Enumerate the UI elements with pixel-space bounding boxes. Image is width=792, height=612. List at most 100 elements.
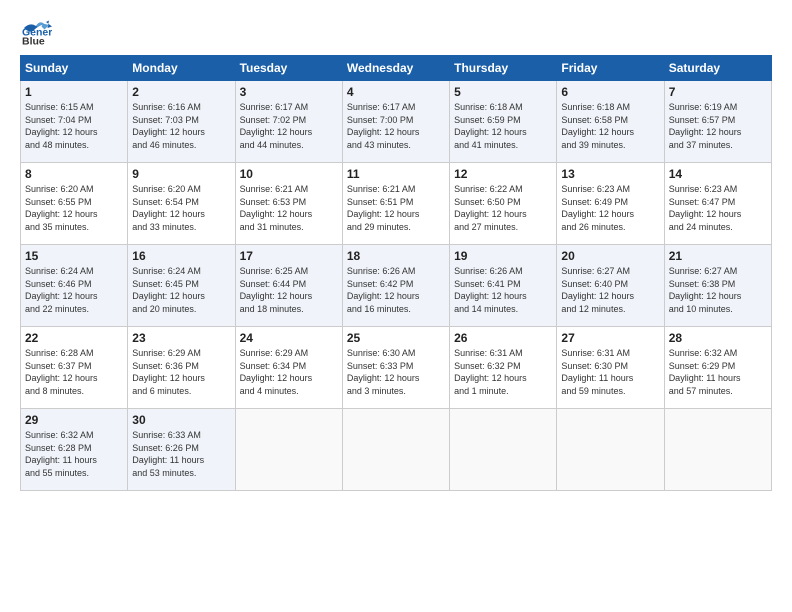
calendar-cell: 13 Sunrise: 6:23 AM Sunset: 6:49 PM Dayli…	[557, 163, 664, 245]
day-info: Sunrise: 6:27 AM Sunset: 6:40 PM Dayligh…	[561, 265, 659, 315]
day-info: Sunrise: 6:26 AM Sunset: 6:41 PM Dayligh…	[454, 265, 552, 315]
day-info: Sunrise: 6:24 AM Sunset: 6:45 PM Dayligh…	[132, 265, 230, 315]
day-number: 19	[454, 249, 552, 263]
calendar-week-1: 1Sunrise: 6:15 AM Sunset: 7:04 PM Daylig…	[21, 81, 772, 163]
day-info: Sunrise: 6:28 AM Sunset: 6:37 PM Dayligh…	[25, 347, 123, 397]
weekday-header-row: SundayMondayTuesdayWednesdayThursdayFrid…	[21, 56, 772, 81]
day-info: Sunrise: 6:32 AM Sunset: 6:28 PM Dayligh…	[25, 429, 123, 479]
day-number: 27	[561, 331, 659, 345]
day-number: 2	[132, 85, 230, 99]
calendar-week-4: 22Sunrise: 6:28 AM Sunset: 6:37 PM Dayli…	[21, 327, 772, 409]
day-info: Sunrise: 6:19 AM Sunset: 6:57 PM Dayligh…	[669, 101, 767, 151]
day-number: 21	[669, 249, 767, 263]
day-number: 16	[132, 249, 230, 263]
calendar-cell: 4 Sunrise: 6:17 AM Sunset: 7:00 PM Daylig…	[342, 81, 449, 163]
weekday-header-tuesday: Tuesday	[235, 56, 342, 81]
day-info: Sunrise: 6:23 AM Sunset: 6:47 PM Dayligh…	[669, 183, 767, 233]
day-info: Sunrise: 6:22 AM Sunset: 6:50 PM Dayligh…	[454, 183, 552, 233]
weekday-header-monday: Monday	[128, 56, 235, 81]
day-number: 15	[25, 249, 123, 263]
day-number: 17	[240, 249, 338, 263]
calendar-cell: 11 Sunrise: 6:21 AM Sunset: 6:51 PM Dayli…	[342, 163, 449, 245]
day-info: Sunrise: 6:24 AM Sunset: 6:46 PM Dayligh…	[25, 265, 123, 315]
day-number: 23	[132, 331, 230, 345]
day-number: 24	[240, 331, 338, 345]
calendar-cell: 1Sunrise: 6:15 AM Sunset: 7:04 PM Daylig…	[21, 81, 128, 163]
day-number: 20	[561, 249, 659, 263]
calendar-cell: 16 Sunrise: 6:24 AM Sunset: 6:45 PM Dayli…	[128, 245, 235, 327]
calendar-cell: 19 Sunrise: 6:26 AM Sunset: 6:41 PM Dayli…	[450, 245, 557, 327]
day-number: 1	[25, 85, 123, 99]
header: General Blue	[20, 20, 772, 43]
day-info: Sunrise: 6:21 AM Sunset: 6:51 PM Dayligh…	[347, 183, 445, 233]
calendar-table: SundayMondayTuesdayWednesdayThursdayFrid…	[20, 55, 772, 491]
calendar-page: General Blue	[0, 0, 792, 612]
day-info: Sunrise: 6:18 AM Sunset: 6:58 PM Dayligh…	[561, 101, 659, 151]
calendar-cell: 3Sunrise: 6:17 AM Sunset: 7:02 PM Daylig…	[235, 81, 342, 163]
day-number: 4	[347, 85, 445, 99]
calendar-cell: 22Sunrise: 6:28 AM Sunset: 6:37 PM Dayli…	[21, 327, 128, 409]
day-number: 3	[240, 85, 338, 99]
day-info: Sunrise: 6:23 AM Sunset: 6:49 PM Dayligh…	[561, 183, 659, 233]
day-info: Sunrise: 6:32 AM Sunset: 6:29 PM Dayligh…	[669, 347, 767, 397]
day-info: Sunrise: 6:18 AM Sunset: 6:59 PM Dayligh…	[454, 101, 552, 151]
day-info: Sunrise: 6:33 AM Sunset: 6:26 PM Dayligh…	[132, 429, 230, 479]
calendar-cell: 28Sunrise: 6:32 AM Sunset: 6:29 PM Dayli…	[664, 327, 771, 409]
day-info: Sunrise: 6:21 AM Sunset: 6:53 PM Dayligh…	[240, 183, 338, 233]
day-number: 12	[454, 167, 552, 181]
weekday-header-saturday: Saturday	[664, 56, 771, 81]
day-info: Sunrise: 6:31 AM Sunset: 6:32 PM Dayligh…	[454, 347, 552, 397]
day-number: 18	[347, 249, 445, 263]
calendar-cell: 14 Sunrise: 6:23 AM Sunset: 6:47 PM Dayli…	[664, 163, 771, 245]
calendar-cell	[557, 409, 664, 491]
day-info: Sunrise: 6:29 AM Sunset: 6:36 PM Dayligh…	[132, 347, 230, 397]
calendar-week-5: 29 Sunrise: 6:32 AM Sunset: 6:28 PM Dayli…	[21, 409, 772, 491]
day-info: Sunrise: 6:26 AM Sunset: 6:42 PM Dayligh…	[347, 265, 445, 315]
calendar-cell: 10 Sunrise: 6:21 AM Sunset: 6:53 PM Dayli…	[235, 163, 342, 245]
day-number: 9	[132, 167, 230, 181]
logo: General Blue	[20, 20, 52, 43]
day-info: Sunrise: 6:16 AM Sunset: 7:03 PM Dayligh…	[132, 101, 230, 151]
bird-icon	[22, 20, 44, 40]
calendar-cell: 23 Sunrise: 6:29 AM Sunset: 6:36 PM Dayli…	[128, 327, 235, 409]
weekday-header-thursday: Thursday	[450, 56, 557, 81]
weekday-header-friday: Friday	[557, 56, 664, 81]
day-number: 14	[669, 167, 767, 181]
calendar-cell: 30 Sunrise: 6:33 AM Sunset: 6:26 PM Dayli…	[128, 409, 235, 491]
day-info: Sunrise: 6:17 AM Sunset: 7:00 PM Dayligh…	[347, 101, 445, 151]
calendar-cell	[235, 409, 342, 491]
calendar-cell: 21Sunrise: 6:27 AM Sunset: 6:38 PM Dayli…	[664, 245, 771, 327]
day-number: 10	[240, 167, 338, 181]
day-number: 6	[561, 85, 659, 99]
calendar-cell: 6 Sunrise: 6:18 AM Sunset: 6:58 PM Daylig…	[557, 81, 664, 163]
day-number: 7	[669, 85, 767, 99]
day-number: 5	[454, 85, 552, 99]
day-number: 11	[347, 167, 445, 181]
calendar-week-3: 15 Sunrise: 6:24 AM Sunset: 6:46 PM Dayli…	[21, 245, 772, 327]
day-info: Sunrise: 6:25 AM Sunset: 6:44 PM Dayligh…	[240, 265, 338, 315]
calendar-cell: 9 Sunrise: 6:20 AM Sunset: 6:54 PM Daylig…	[128, 163, 235, 245]
day-number: 30	[132, 413, 230, 427]
day-number: 13	[561, 167, 659, 181]
day-info: Sunrise: 6:20 AM Sunset: 6:54 PM Dayligh…	[132, 183, 230, 233]
calendar-cell	[450, 409, 557, 491]
calendar-cell: 18 Sunrise: 6:26 AM Sunset: 6:42 PM Dayli…	[342, 245, 449, 327]
weekday-header-wednesday: Wednesday	[342, 56, 449, 81]
weekday-header-sunday: Sunday	[21, 56, 128, 81]
calendar-cell: 7 Sunrise: 6:19 AM Sunset: 6:57 PM Daylig…	[664, 81, 771, 163]
calendar-cell: 8Sunrise: 6:20 AM Sunset: 6:55 PM Daylig…	[21, 163, 128, 245]
calendar-cell: 12 Sunrise: 6:22 AM Sunset: 6:50 PM Dayli…	[450, 163, 557, 245]
calendar-cell: 5 Sunrise: 6:18 AM Sunset: 6:59 PM Daylig…	[450, 81, 557, 163]
calendar-cell: 26 Sunrise: 6:31 AM Sunset: 6:32 PM Dayli…	[450, 327, 557, 409]
day-info: Sunrise: 6:31 AM Sunset: 6:30 PM Dayligh…	[561, 347, 659, 397]
calendar-cell: 17 Sunrise: 6:25 AM Sunset: 6:44 PM Dayli…	[235, 245, 342, 327]
day-number: 29	[25, 413, 123, 427]
calendar-cell: 24 Sunrise: 6:29 AM Sunset: 6:34 PM Dayli…	[235, 327, 342, 409]
day-info: Sunrise: 6:29 AM Sunset: 6:34 PM Dayligh…	[240, 347, 338, 397]
day-number: 8	[25, 167, 123, 181]
day-info: Sunrise: 6:30 AM Sunset: 6:33 PM Dayligh…	[347, 347, 445, 397]
calendar-cell: 27 Sunrise: 6:31 AM Sunset: 6:30 PM Dayli…	[557, 327, 664, 409]
calendar-cell: 29 Sunrise: 6:32 AM Sunset: 6:28 PM Dayli…	[21, 409, 128, 491]
day-number: 26	[454, 331, 552, 345]
calendar-header: SundayMondayTuesdayWednesdayThursdayFrid…	[21, 56, 772, 81]
